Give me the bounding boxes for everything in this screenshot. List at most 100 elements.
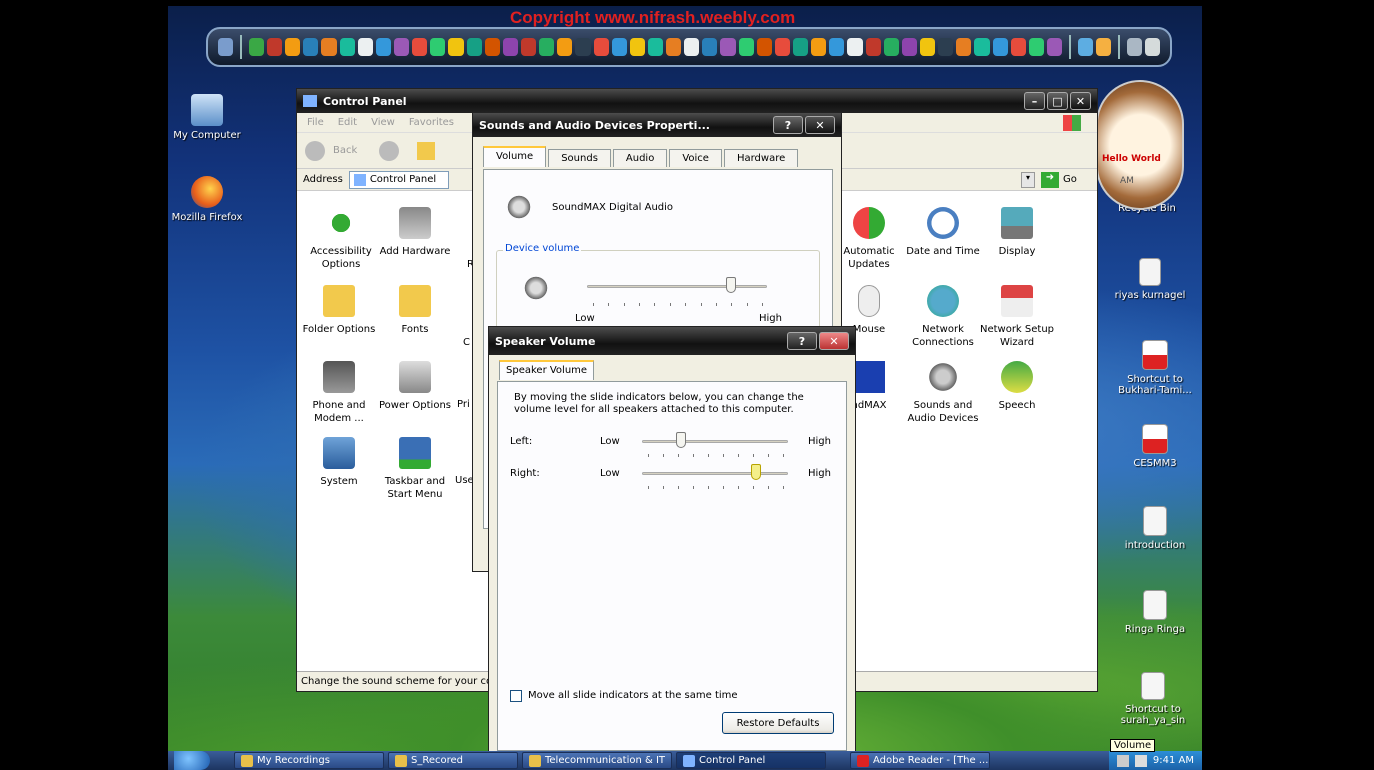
cp-item-add-hardware[interactable]: Add Hardware [377, 207, 453, 258]
cp-item-system[interactable]: System [301, 437, 377, 488]
dock-icon[interactable] [901, 38, 918, 56]
taskbar-button-recordings[interactable]: My Recordings [234, 752, 384, 769]
cp-item-fonts[interactable]: Fonts [377, 285, 453, 336]
desktop-icon-ringa[interactable]: Ringa Ringa [1110, 590, 1200, 635]
desktop-icon-my-computer[interactable]: My Computer [162, 94, 252, 141]
dock-icon[interactable] [883, 38, 899, 56]
dock-icon[interactable] [720, 38, 736, 56]
cp-item-taskbar[interactable]: Taskbar and Start Menu [377, 437, 453, 501]
dock-icon[interactable] [756, 38, 772, 56]
dock-icon[interactable] [1010, 38, 1026, 56]
cp-item-date-time[interactable]: Date and Time [905, 207, 981, 258]
left-volume-track[interactable] [642, 440, 788, 443]
dock-icon[interactable] [557, 38, 573, 56]
dock-icon[interactable] [1095, 38, 1112, 56]
go-button[interactable]: Go [1063, 174, 1077, 185]
dock-icon[interactable] [793, 38, 809, 56]
taskbar-button-control-panel[interactable]: Control Panel [676, 752, 826, 769]
device-volume-track[interactable] [587, 285, 767, 288]
dock-icon[interactable] [974, 38, 990, 56]
close-button[interactable]: ✕ [1070, 92, 1091, 110]
dock-icon[interactable] [666, 38, 682, 56]
dock-icon[interactable] [702, 38, 718, 56]
dock-icon[interactable] [484, 38, 500, 56]
dock-icon[interactable] [647, 38, 664, 56]
desktop-icon-firefox[interactable]: Mozilla Firefox [162, 176, 252, 223]
dock-icon[interactable] [303, 38, 319, 56]
dock-icon[interactable] [448, 38, 464, 56]
dock-icon[interactable] [375, 38, 391, 56]
desktop-icon-bukhari[interactable]: Shortcut to Bukhari-Tami... [1110, 340, 1200, 396]
restore-defaults-button[interactable]: Restore Defaults [722, 712, 834, 734]
tab-audio[interactable]: Audio [612, 149, 668, 167]
help-button[interactable]: ? [787, 332, 817, 350]
dock-icon[interactable] [684, 38, 700, 56]
taskbar-button-adobe[interactable]: Adobe Reader - [The ... [850, 752, 990, 769]
dock-icon[interactable] [1144, 38, 1161, 56]
dock-icon[interactable] [811, 38, 827, 56]
cp-item-sounds-audio[interactable]: Sounds and Audio Devices [905, 361, 981, 425]
sounds-dialog-titlebar[interactable]: Sounds and Audio Devices Properti... ? ✕ [473, 113, 841, 137]
right-volume-track[interactable] [642, 472, 788, 475]
dock-icon[interactable] [920, 38, 936, 56]
dock-icon[interactable] [865, 38, 881, 56]
dock-icon[interactable] [774, 38, 791, 56]
right-volume-thumb[interactable] [750, 464, 761, 480]
back-arrow-icon[interactable] [305, 140, 325, 161]
dock-icon[interactable] [938, 38, 954, 56]
minimize-button[interactable]: – [1024, 92, 1045, 110]
desktop-icon-surah[interactable]: Shortcut to surah_ya_sin [1106, 672, 1200, 726]
close-button[interactable]: ✕ [805, 116, 835, 134]
dock-icon[interactable] [266, 38, 283, 56]
tab-hardware[interactable]: Hardware [723, 149, 799, 167]
dock-icon[interactable] [593, 38, 609, 56]
speaker-dialog-titlebar[interactable]: Speaker Volume ? ✕ [489, 327, 855, 355]
dock-icon[interactable] [629, 38, 645, 56]
clock-gadget[interactable]: Hello World AM [1096, 80, 1184, 210]
dock-icon[interactable] [466, 38, 482, 56]
help-button[interactable]: ? [773, 116, 803, 134]
cp-item-folder-options[interactable]: Folder Options [301, 285, 377, 336]
dock-icon[interactable] [248, 38, 264, 56]
control-panel-titlebar[interactable]: Control Panel – □ ✕ [297, 89, 1097, 113]
help-tray-icon[interactable] [1116, 754, 1129, 767]
dock-icon[interactable] [218, 38, 234, 56]
maximize-button[interactable]: □ [1047, 92, 1068, 110]
menu-favorites[interactable]: Favorites [409, 117, 454, 128]
tab-volume[interactable]: Volume [483, 146, 547, 167]
left-volume-thumb[interactable] [676, 432, 687, 448]
forward-arrow-icon[interactable] [379, 140, 400, 161]
cp-item-accessibility[interactable]: Accessibility Options [303, 207, 379, 271]
dock-icon[interactable] [412, 38, 428, 56]
dock-icon[interactable] [520, 38, 537, 56]
taskbar-button-telecom[interactable]: Telecommunication & IT [522, 752, 672, 769]
go-arrow-icon[interactable]: ➜ [1041, 171, 1059, 188]
dock-icon[interactable] [611, 38, 627, 56]
tab-voice[interactable]: Voice [669, 149, 722, 167]
menu-file[interactable]: File [307, 117, 324, 128]
dock-icon[interactable] [539, 38, 555, 56]
cp-item-network-wizard[interactable]: Network Setup Wizard [979, 285, 1055, 349]
search-icon[interactable] [1126, 38, 1142, 56]
tab-speaker-volume[interactable]: Speaker Volume [499, 360, 595, 380]
cp-item-power-options[interactable]: Power Options [377, 361, 453, 412]
dock-icon[interactable] [430, 38, 446, 56]
menu-edit[interactable]: Edit [338, 117, 357, 128]
address-dropdown-button[interactable]: ▾ [1021, 171, 1035, 188]
dock-icon[interactable] [847, 38, 863, 56]
dock-icon[interactable] [1028, 38, 1045, 56]
cp-item-phone-modem[interactable]: Phone and Modem ... [301, 361, 377, 425]
clock[interactable]: 9:41 AM [1153, 755, 1194, 766]
menu-view[interactable]: View [371, 117, 395, 128]
cp-item-network-connections[interactable]: Network Connections [905, 285, 981, 349]
dock-icon[interactable] [829, 38, 845, 56]
cp-item-speech[interactable]: Speech [979, 361, 1055, 412]
dock-icon[interactable] [502, 38, 518, 56]
dock-icon[interactable] [321, 38, 337, 56]
dock-icon[interactable] [339, 38, 355, 56]
cp-item-automatic-updates[interactable]: Automatic Updates [831, 207, 907, 271]
close-button[interactable]: ✕ [819, 332, 849, 350]
dock-icon[interactable] [1047, 38, 1063, 56]
dock-icon[interactable] [738, 38, 754, 56]
start-button[interactable] [174, 751, 210, 770]
